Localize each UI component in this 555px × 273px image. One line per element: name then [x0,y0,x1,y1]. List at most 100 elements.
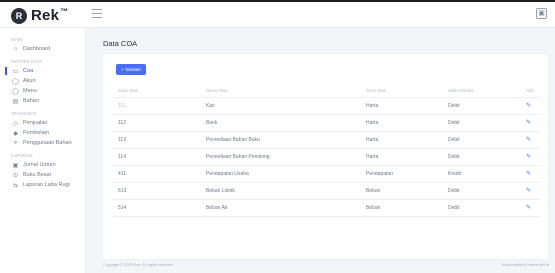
cell-jenis: Pendapatan [361,165,443,183]
sidebar-item-penggunaan-bahan[interactable]: ⟡ Penggunaan Bahan [0,138,85,148]
sidebar-item-laporan-laba-rugi[interactable]: ⇆ Laporan Laba Rugi [0,180,85,190]
cell-aksi: ✎ [521,114,541,132]
jurnal-icon: ▣ [12,162,19,169]
table-row: 114 Persediaan Bahan Penolong Harta Debi… [113,148,541,166]
akun-icon: ◯ [12,78,19,85]
sidebar-item-label: Penggunaan Bahan [23,140,72,146]
cell-saldo: Debit [443,131,521,149]
sidebar-item-menu[interactable]: ◯ Menu [0,86,85,96]
cell-nama: Persediaan Bahan Baku [201,131,361,149]
edit-icon[interactable]: ✎ [526,120,531,126]
menu-toggle-icon[interactable] [92,9,102,18]
add-coa-button[interactable]: + Tambah [116,64,146,75]
table-row: 514 Beban Air Beban Debit ✎ [113,199,541,217]
sidebar-item-akun[interactable]: ◯ Akun [0,76,85,86]
edit-icon[interactable]: ✎ [526,205,531,211]
sidebar-item-label: Bahan [23,98,39,104]
cell-kode: 514 [113,199,201,217]
sidebar-item-label: Akun [23,78,36,84]
cell-jenis: Harta [361,97,443,115]
top-navbar: R Rek™ ▣ [0,0,555,28]
cell-nama: Persediaan Bahan Penolong [201,148,361,166]
sidebar-item-label: Pembelian [23,130,49,136]
cell-saldo: Debit [443,148,521,166]
cell-aksi: ✎ [521,165,541,183]
cell-jenis: Beban [361,199,443,217]
sidebar-item-penjualan[interactable]: ◇ Penjualan [0,118,85,128]
buku-besar-icon: ⊙ [12,172,19,179]
cell-aksi: ✎ [521,97,541,115]
edit-icon[interactable]: ✎ [526,171,531,177]
coa-icon: ▭ [12,68,19,75]
cell-kode: 111 [113,97,201,115]
cell-nama: Beban Listrik [201,182,361,200]
penggunaan-bahan-icon: ⟡ [13,139,18,146]
coa-table: Kode Akun Nama Akun Jenis Akun Saldo Nor… [113,84,541,217]
table-row: 513 Beban Listrik Beban Debit ✎ [113,182,541,200]
sidebar: Main ⌂ Dashboard Master Data ▭ Coa ◯ Aku… [0,28,86,273]
cell-nama: Kas [201,97,361,115]
sidebar-item-label: Coa [23,68,34,74]
cell-kode: 112 [113,114,201,132]
cell-kode: 411 [113,165,201,183]
bahan-icon: ▤ [12,98,19,105]
logo-mark-icon: R [11,7,27,24]
cell-saldo: Debit [443,199,521,217]
sidebar-section-laporan: Laporan [11,153,33,158]
cell-nama: Bank [201,114,361,132]
main-content: Data COA + Tambah Kode Akun Nama Akun Je… [87,28,555,273]
cell-kode: 113 [113,131,201,149]
cell-nama: Pendapatan Usaha [201,165,361,183]
cell-kode: 513 [113,182,201,200]
cell-jenis: Harta [361,148,443,166]
sidebar-item-bahan[interactable]: ▤ Bahan [0,96,85,106]
edit-icon[interactable]: ✎ [526,154,531,160]
brand-logo[interactable]: R Rek™ [11,7,68,24]
cell-saldo: Debit [443,114,521,132]
col-jenis-akun: Jenis Akun [361,84,443,98]
table-row: 112 Bank Harta Debit ✎ [113,114,541,132]
coa-card: + Tambah Kode Akun Nama Akun Jenis Akun … [103,54,548,259]
table-row: 111 Kas Harta Debit ✎ [113,97,541,115]
penjualan-icon: ◇ [13,120,18,127]
top-accent-line [0,0,555,2]
sidebar-item-label: Jurnal Umum [23,162,56,168]
sidebar-section-master: Master Data [11,59,43,64]
col-aksi: Aksi [521,84,541,98]
cell-saldo: Kredit [443,165,521,183]
logo-text: Rek™ [31,7,68,24]
col-saldo-normal: Saldo Normal [443,84,521,98]
cell-saldo: Debit [443,97,521,115]
cell-nama: Beban Air [201,199,361,217]
cell-aksi: ✎ [521,182,541,200]
dashboard-icon: ⌂ [13,46,18,52]
menu-icon: ◯ [12,88,19,95]
sidebar-item-pembelian[interactable]: ◆ Pembelian [0,128,85,138]
cell-aksi: ✎ [521,131,541,149]
user-icon[interactable]: ▣ [536,8,547,19]
sidebar-item-label: Penjualan [23,120,48,126]
edit-icon[interactable]: ✎ [526,188,531,194]
cell-saldo: Debit [443,182,521,200]
laporan-icon: ⇆ [12,182,19,189]
table-row: 411 Pendapatan Usaha Pendapatan Kredit ✎ [113,165,541,183]
edit-icon[interactable]: ✎ [526,103,531,109]
col-kode-akun: Kode Akun [113,84,201,98]
col-nama-akun: Nama Akun [201,84,361,98]
logo-wordmark: Rek [31,7,60,24]
sidebar-section-main: Main [11,37,23,42]
footer-copyright: Copyright © 2023 Rek. All rights reserve… [103,263,174,267]
cell-aksi: ✎ [521,148,541,166]
logo-trademark: ™ [60,7,69,16]
table-header-row: Kode Akun Nama Akun Jenis Akun Saldo Nor… [113,84,541,98]
sidebar-item-label: Laporan Laba Rugi [23,182,70,188]
edit-icon[interactable]: ✎ [526,137,531,143]
sidebar-item-buku-besar[interactable]: ⊙ Buku Besar [0,170,85,180]
sidebar-item-dashboard[interactable]: ⌂ Dashboard [0,44,85,54]
sidebar-item-label: Buku Besar [23,172,52,178]
sidebar-item-jurnal-umum[interactable]: ▣ Jurnal Umum [0,160,85,170]
pembelian-icon: ◆ [13,130,18,137]
sidebar-item-label: Menu [23,88,37,94]
cell-jenis: Harta [361,114,443,132]
sidebar-item-coa[interactable]: ▭ Coa [0,66,85,76]
